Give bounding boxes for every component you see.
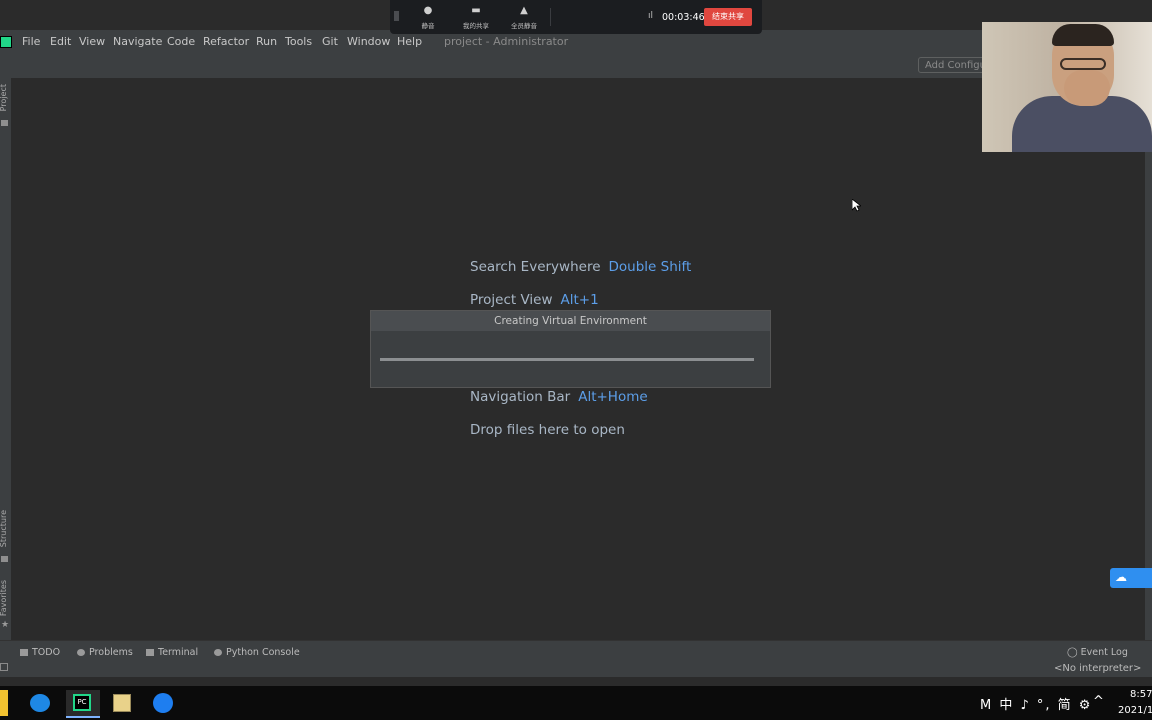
microphone-icon: ●: [423, 5, 433, 16]
hint-shortcut: Double Shift: [608, 259, 692, 275]
hint-drop-files: Drop files here to open: [470, 422, 625, 438]
menu-refactor[interactable]: Refactor: [203, 35, 249, 48]
folder-icon: [1, 120, 8, 126]
tray-expand-icon[interactable]: ^: [1093, 694, 1104, 709]
python-console-tab[interactable]: Python Console: [214, 647, 300, 658]
progress-bar: [380, 358, 754, 361]
pycharm-logo-icon: [0, 36, 12, 48]
mute-label: 静音: [421, 22, 435, 30]
progress-fill: [380, 358, 754, 361]
hint-label: Navigation Bar: [470, 389, 571, 405]
file-explorer-icon[interactable]: [0, 690, 8, 716]
divider: [550, 8, 551, 26]
info-icon: [77, 649, 85, 656]
menu-git[interactable]: Git: [322, 35, 338, 48]
notepad-icon[interactable]: [108, 690, 136, 716]
todo-tab[interactable]: TODO: [20, 647, 60, 658]
window-title: project - Administrator: [444, 35, 569, 48]
pycharm-taskbar-icon[interactable]: PC: [66, 690, 100, 718]
navigation-toolbar: Add Configuration...: [0, 54, 1152, 79]
right-tool-strip: [1145, 78, 1152, 640]
python-icon: [214, 649, 222, 656]
mouse-cursor-icon: [852, 199, 861, 212]
cloud-icon: ☁: [1115, 570, 1127, 584]
star-icon: ★: [1, 620, 10, 630]
mute-all-label: 全员静音: [511, 22, 537, 30]
menu-file[interactable]: File: [22, 35, 40, 48]
signal-strength-icon: ıl: [648, 11, 654, 21]
progress-dialog: Creating Virtual Environment: [370, 310, 771, 388]
problems-label: Problems: [89, 647, 133, 658]
interpreter-status[interactable]: <No interpreter>: [1054, 663, 1141, 674]
clock-date[interactable]: 2021/1: [1118, 705, 1152, 716]
event-log-tab[interactable]: ◯ Event Log: [1067, 647, 1128, 658]
drag-handle[interactable]: [394, 11, 399, 21]
layout-toggle-icon[interactable]: [0, 663, 8, 671]
project-tab[interactable]: Project: [0, 84, 8, 111]
screen-share-icon: ▬: [471, 5, 481, 16]
menu-navigate[interactable]: Navigate: [113, 35, 162, 48]
python-console-label: Python Console: [226, 647, 300, 658]
menu-code[interactable]: Code: [167, 35, 195, 48]
hint-navigation-bar: Navigation Bar Alt+Home: [470, 389, 648, 405]
menu-edit[interactable]: Edit: [50, 35, 71, 48]
menu-window[interactable]: Window: [347, 35, 390, 48]
meeting-timer: 00:03:46: [662, 12, 705, 23]
hint-label: Project View: [470, 292, 553, 308]
hint-label: Search Everywhere: [470, 259, 601, 275]
webcam-video: [982, 22, 1152, 152]
add-configuration-button[interactable]: Add Configuration...: [918, 57, 988, 73]
browser-icon[interactable]: [26, 690, 54, 716]
structure-tab[interactable]: Structure: [0, 510, 8, 547]
hint-shortcut: Alt+1: [560, 292, 599, 308]
participants-icon: ▲: [520, 5, 528, 16]
mute-all-button[interactable]: ▲ 全员静音: [504, 5, 544, 31]
problems-tab[interactable]: Problems: [77, 647, 133, 658]
my-share-button[interactable]: ▬ 我的共享: [456, 5, 496, 31]
stop-sharing-button[interactable]: 结束共享: [704, 8, 752, 26]
menu-run[interactable]: Run: [256, 35, 277, 48]
hint-label: Drop files here to open: [470, 422, 625, 438]
cloud-widget[interactable]: ☁: [1110, 568, 1152, 588]
favorites-tab[interactable]: Favorites: [0, 580, 8, 616]
menu-help[interactable]: Help: [397, 35, 422, 48]
terminal-icon: [146, 649, 154, 656]
event-log-label: Event Log: [1080, 647, 1128, 658]
meeting-toolbar: ● 静音 ▬ 我的共享 ▲ 全员静音 ıl 00:03:46 结束共享: [390, 0, 762, 34]
terminal-tab[interactable]: Terminal: [146, 647, 198, 658]
hint-project-view: Project View Alt+1: [470, 292, 599, 308]
menu-tools[interactable]: Tools: [285, 35, 312, 48]
todo-label: TODO: [32, 647, 61, 658]
menu-view[interactable]: View: [79, 35, 105, 48]
bottom-tool-bar: TODO Problems Terminal Python Console ◯ …: [0, 640, 1152, 677]
system-tray[interactable]: M 中 ♪ °, 简 ⚙: [980, 694, 1092, 713]
windows-taskbar: PC M 中 ♪ °, 简 ⚙ ^ 8:57 2021/1: [0, 686, 1152, 720]
mute-button[interactable]: ● 静音: [408, 5, 448, 31]
dialog-title: Creating Virtual Environment: [371, 311, 770, 331]
meeting-app-icon[interactable]: [148, 690, 176, 716]
clock-time[interactable]: 8:57: [1130, 689, 1152, 700]
event-log-icon: ◯: [1067, 647, 1081, 658]
structure-icon: [1, 556, 8, 562]
hint-search-everywhere: Search Everywhere Double Shift: [470, 259, 691, 275]
terminal-label: Terminal: [158, 647, 199, 658]
my-share-label: 我的共享: [463, 22, 489, 30]
hint-shortcut: Alt+Home: [578, 389, 648, 405]
list-icon: [20, 649, 28, 656]
